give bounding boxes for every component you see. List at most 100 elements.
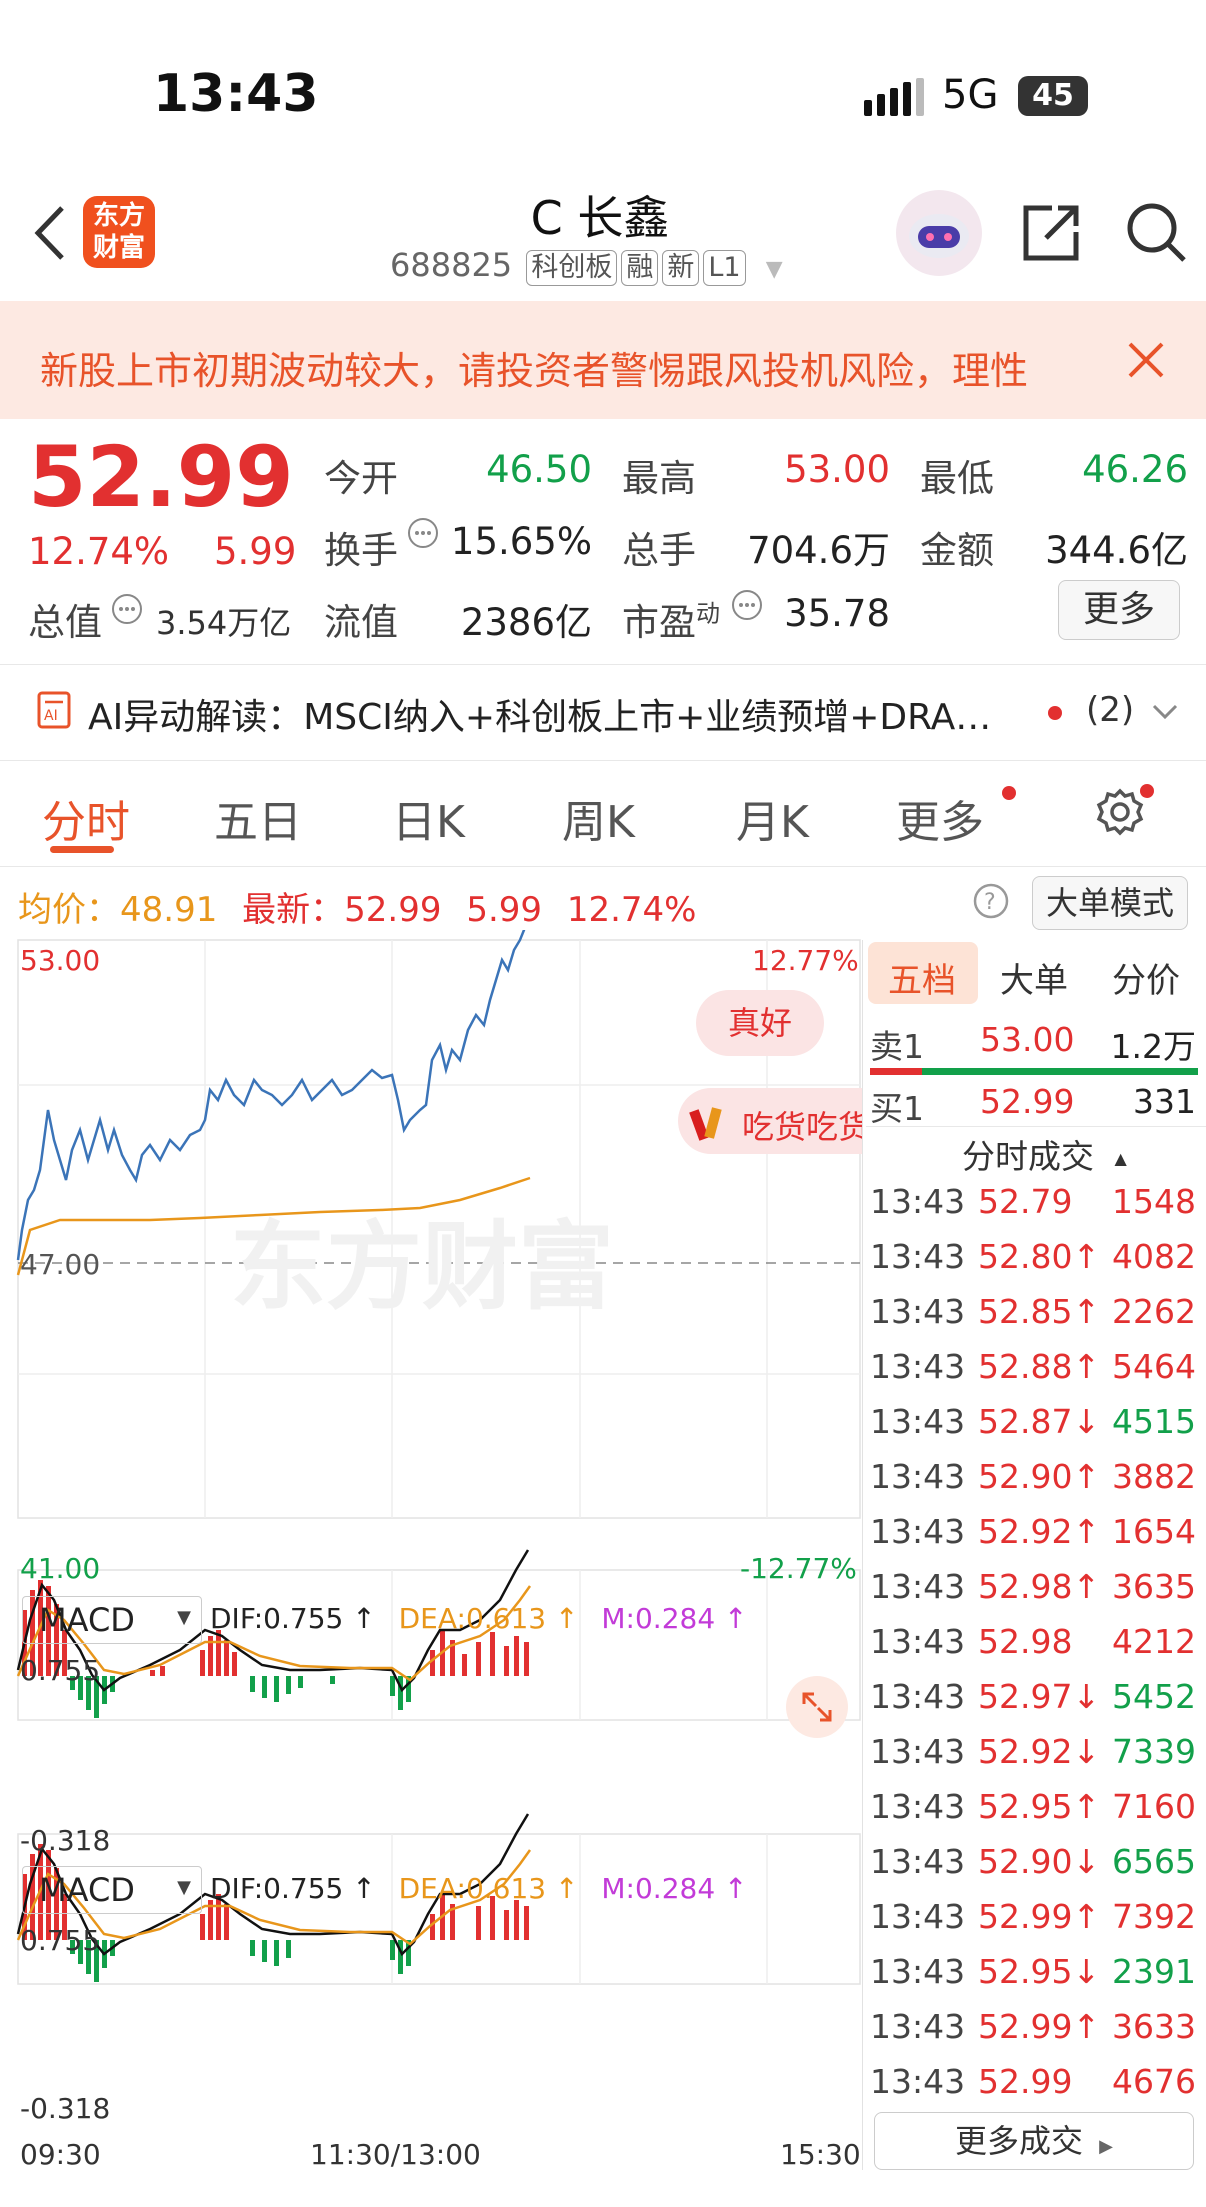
tick-price: 52.98 [978, 1622, 1073, 1661]
status-time: 13:43 [153, 64, 319, 124]
battery-icon: 45 [1018, 76, 1088, 116]
trade-tick-row: 13:43 52.95↑ 7160 [870, 1787, 1196, 1827]
sell1-price: 53.00 [980, 1020, 1075, 1059]
high-value: 53.00 [784, 448, 890, 491]
float-label: 流值 [324, 601, 398, 644]
current-price: 52.99 [28, 428, 294, 526]
tab-weekly-k[interactable]: 周K [562, 786, 635, 850]
tag-star-market: 科创板 [526, 250, 618, 286]
ai-interpret-text[interactable]: AI异动解读：MSCI纳入+科创板上市+业绩预增+DRA… [88, 688, 991, 740]
amount-value: 344.6亿 [1045, 529, 1188, 572]
pe-label-text: 市盈 [622, 601, 696, 644]
trade-tick-row: 13:43 52.99↑ 7392 [870, 1897, 1196, 1937]
tick-time: 13:43 [870, 2062, 966, 2101]
macd-m: M:0.284 ↑ [601, 1602, 748, 1635]
tab-big-orders[interactable]: 大单 [1000, 953, 1068, 1002]
robot-assistant-icon[interactable] [896, 190, 982, 276]
pct-axis-bottom: -12.77% [740, 1552, 857, 1585]
tab-five-day[interactable]: 五日 [214, 786, 302, 850]
tab-more[interactable]: 更多 [896, 786, 984, 850]
macd-selector-2[interactable]: MACD ▼ [22, 1866, 202, 1914]
tick-time: 13:43 [870, 1402, 966, 1441]
more-quote-button[interactable]: 更多 [1058, 580, 1180, 640]
tick-volume: 7339 [1112, 1732, 1196, 1771]
tick-volume: 4212 [1112, 1622, 1196, 1661]
info-icon[interactable] [730, 588, 764, 622]
divider [866, 1126, 1206, 1127]
tick-time: 13:43 [870, 1622, 966, 1661]
ticks-header[interactable]: 分时成交 ▲ [962, 1130, 1127, 1178]
buy1-row: 买1 52.99 331 [870, 1082, 1196, 1128]
tick-volume: 7392 [1112, 1897, 1196, 1936]
dropdown-caret-icon[interactable]: ▼ [766, 257, 783, 282]
expand-icon[interactable] [786, 1676, 848, 1738]
help-icon[interactable]: ? [972, 882, 1010, 920]
comment-bubble[interactable]: 真好 [696, 990, 824, 1056]
chevron-down-icon[interactable] [1150, 700, 1180, 724]
tick-volume: 6565 [1112, 1842, 1196, 1881]
stock-code: 688825 [390, 246, 513, 284]
tick-volume: 4515 [1112, 1402, 1196, 1441]
macd-selector-label: MACD [39, 1871, 135, 1909]
tick-price: 52.95↑ [978, 1787, 1101, 1826]
more-trades-button[interactable]: 更多成交 ▶ [874, 2112, 1194, 2170]
tick-price: 52.97↓ [978, 1677, 1101, 1716]
more-trades-label: 更多成交 [954, 2122, 1083, 2160]
red-dot-icon [1140, 784, 1154, 798]
trade-tick-row: 13:43 52.98 4212 [870, 1622, 1196, 1662]
tick-volume: 5464 [1112, 1347, 1196, 1386]
close-icon[interactable] [1126, 340, 1166, 380]
tick-time: 13:43 [870, 1787, 966, 1826]
info-icon[interactable] [406, 516, 440, 550]
pct-axis-top: 12.77% [752, 944, 859, 977]
comment-text: 吃货吃货 [742, 1108, 862, 1146]
macd-selector-label: MACD [39, 1601, 135, 1639]
macd-dif: DIF:0.755 ↑ [210, 1872, 376, 1905]
big-order-mode-button[interactable]: 大单模式 [1032, 876, 1188, 930]
mcap-value: 3.54万亿 [156, 604, 292, 642]
avg-label: 均价： [18, 890, 120, 930]
tick-price: 52.80↑ [978, 1237, 1101, 1276]
sidebar-border [862, 940, 863, 2170]
tick-volume: 2262 [1112, 1292, 1196, 1331]
low-value: 46.26 [1082, 448, 1188, 491]
back-icon[interactable] [28, 200, 78, 266]
macd-selector[interactable]: MACD ▼ [22, 1596, 202, 1644]
tab-order-book[interactable]: 五档 [888, 953, 956, 1002]
tick-time: 13:43 [870, 1897, 966, 1936]
tick-price: 52.79 [978, 1182, 1073, 1221]
gear-icon[interactable] [1094, 786, 1146, 838]
trade-tick-row: 13:43 52.99 4676 [870, 2062, 1196, 2102]
trade-tick-row: 13:43 52.98↑ 3635 [870, 1567, 1196, 1607]
tick-volume: 1548 [1112, 1182, 1196, 1221]
share-icon[interactable] [1018, 200, 1084, 266]
info-icon[interactable] [110, 592, 144, 626]
chevron-down-icon: ▼ [177, 1607, 191, 1628]
tab-price-dist[interactable]: 分价 [1112, 953, 1180, 1002]
tick-price: 52.90↓ [978, 1842, 1101, 1881]
tab-daily-k[interactable]: 日K [392, 786, 465, 850]
tick-volume: 3635 [1112, 1567, 1196, 1606]
sell1-row: 卖1 53.00 1.2万 [870, 1020, 1196, 1066]
network-label: 5G [942, 72, 999, 118]
tab-intraday[interactable]: 分时 [42, 786, 130, 850]
change-amount: 5.99 [214, 530, 297, 573]
y-axis-mid: 47.00 [20, 1248, 101, 1281]
ask-portion [870, 1068, 923, 1075]
y-axis-top: 53.00 [20, 944, 101, 977]
search-icon[interactable] [1122, 198, 1192, 268]
tab-monthly-k[interactable]: 月K [736, 786, 809, 850]
tick-volume: 2391 [1112, 1952, 1196, 1991]
macd-values: DIF:0.755 ↑ DEA:0.613 ↑ M:0.284 ↑ [210, 1602, 748, 1635]
tick-volume: 5452 [1112, 1677, 1196, 1716]
tick-price: 52.92↑ [978, 1512, 1101, 1551]
macd-dea: DEA:0.613 ↑ [398, 1602, 579, 1635]
trade-tick-row: 13:43 52.97↓ 5452 [870, 1677, 1196, 1717]
comment-bubble-2[interactable]: 吃货吃货 [678, 1088, 862, 1154]
pe-label-sup: 动 [696, 599, 720, 628]
chart-watermark: 东方财富 [230, 1211, 614, 1323]
tick-price: 52.95↓ [978, 1952, 1101, 1991]
tick-volume: 3633 [1112, 2007, 1196, 2046]
tick-price: 52.85↑ [978, 1292, 1101, 1331]
trade-tick-row: 13:43 52.88↑ 5464 [870, 1347, 1196, 1387]
